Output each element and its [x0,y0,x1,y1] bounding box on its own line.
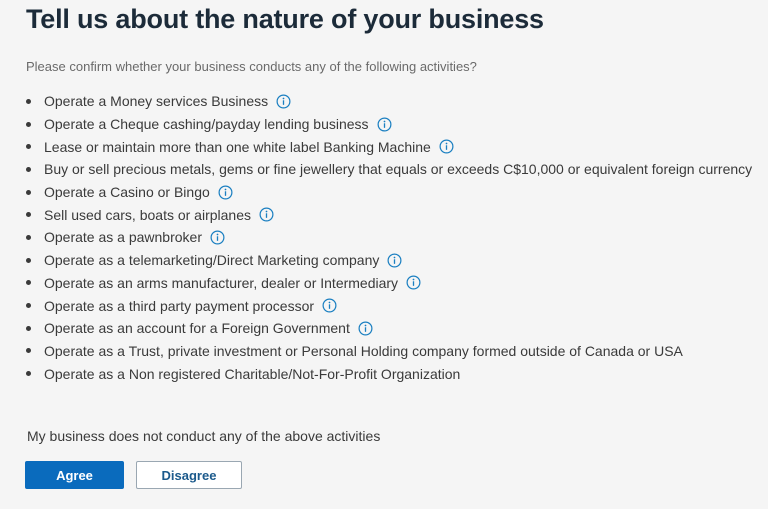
activity-item: Operate as a third party payment process… [22,294,752,317]
activity-item: Operate a Casino or Bingo [22,181,752,204]
activity-label: Lease or maintain more than one white la… [44,138,431,155]
activity-list: Operate a Money services Business Operate… [22,90,752,385]
activity-item: Lease or maintain more than one white la… [22,135,752,158]
info-circle-icon[interactable] [276,94,291,109]
activity-item: Operate as a Non registered Charitable/N… [22,362,752,385]
info-circle-icon[interactable] [387,253,402,268]
info-circle-icon[interactable] [358,321,373,336]
activity-label: Operate as a third party payment process… [44,297,315,314]
activity-label: Operate a Casino or Bingo [44,184,210,201]
activity-item: Operate a Cheque cashing/payday lending … [22,113,752,136]
activity-item: Sell used cars, boats or airplanes [22,203,752,226]
info-circle-icon[interactable] [439,139,454,154]
disagree-button[interactable]: Disagree [136,461,242,489]
activity-item: Operate as a pawnbroker [22,226,752,249]
bullet-dot [26,348,31,354]
activity-label: Operate as a pawnbroker [44,229,202,246]
bullet-dot [26,234,31,240]
bullet-dot [26,371,31,377]
bullet-dot [26,280,31,286]
info-circle-icon[interactable] [322,298,337,313]
activity-label: Buy or sell precious metals, gems or fin… [44,161,753,178]
activity-label: Operate a Cheque cashing/payday lending … [44,116,369,133]
activity-item: Operate as a Trust, private investment o… [22,340,752,363]
bullet-dot [26,98,31,104]
activity-item: Operate as an arms manufacturer, dealer … [22,272,752,295]
info-circle-icon[interactable] [210,230,225,245]
activity-label: Sell used cars, boats or airplanes [44,206,251,223]
bullet-dot [26,144,31,150]
intro-text: Please confirm whether your business con… [26,59,477,74]
info-circle-icon[interactable] [377,117,392,132]
bullet-dot [26,212,31,218]
activity-item: Buy or sell precious metals, gems or fin… [22,158,752,181]
activity-label: Operate as an arms manufacturer, dealer … [44,274,399,291]
bullet-dot [26,121,31,127]
activity-label: Operate as a telemarketing/Direct Market… [44,252,380,269]
activity-label: Operate as an account for a Foreign Gove… [44,320,350,337]
bullet-dot [26,325,31,331]
disclaimer-text: My business does not conduct any of the … [27,428,381,444]
info-circle-icon[interactable] [259,207,274,222]
agree-button[interactable]: Agree [25,461,124,489]
bullet-dot [26,189,31,195]
activity-item: Operate as a telemarketing/Direct Market… [22,249,752,272]
activity-item: Operate a Money services Business [22,90,752,113]
bullet-dot [26,303,31,309]
activity-item: Operate as an account for a Foreign Gove… [22,317,752,340]
activity-label: Operate as a Non registered Charitable/N… [44,365,461,382]
activity-label: Operate a Money services Business [44,93,269,110]
info-circle-icon[interactable] [218,185,233,200]
bullet-dot [26,257,31,263]
page-title: Tell us about the nature of your busines… [26,4,544,34]
bullet-dot [26,166,31,172]
activity-label: Operate as a Trust, private investment o… [44,342,683,359]
info-circle-icon[interactable] [406,275,421,290]
